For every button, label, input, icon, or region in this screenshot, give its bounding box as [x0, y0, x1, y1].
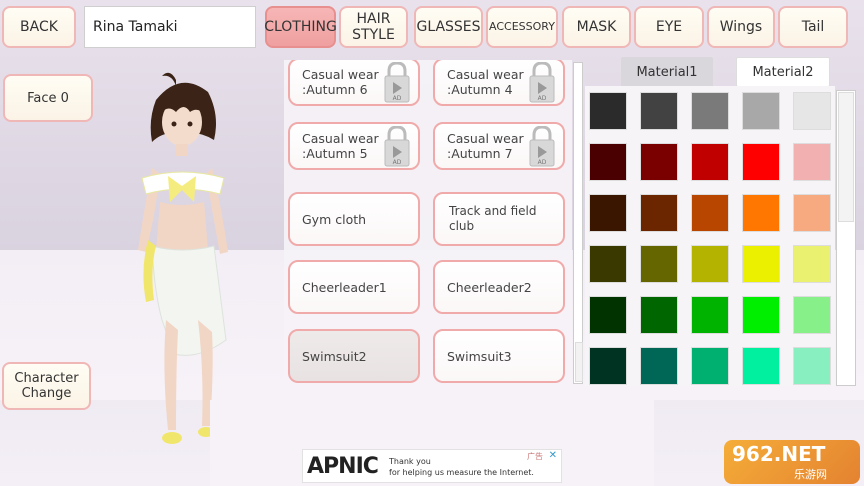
item-label: Casual wear :Autumn 5 — [302, 131, 379, 161]
tab-eye[interactable]: EYE — [634, 6, 704, 48]
color-swatch[interactable] — [742, 245, 780, 283]
color-swatch[interactable] — [640, 245, 678, 283]
ad-close-icon[interactable]: ✕ — [549, 450, 557, 461]
color-swatch[interactable] — [640, 347, 678, 385]
color-swatch[interactable] — [742, 296, 780, 334]
color-swatch[interactable] — [793, 347, 831, 385]
lock-icon: AD — [529, 126, 555, 167]
watermark-logo: 962.NET 乐游网 — [724, 440, 860, 484]
color-swatch[interactable] — [589, 245, 627, 283]
scrollbar-thumb[interactable] — [838, 92, 854, 222]
ad-tag: 广告 — [527, 452, 543, 461]
lock-badge: AD — [393, 95, 402, 102]
character-change-button[interactable]: Character Change — [2, 362, 91, 410]
color-swatch[interactable] — [640, 296, 678, 334]
tab-clothing[interactable]: CLOTHING — [264, 6, 337, 48]
tab-mask[interactable]: MASK — [562, 6, 631, 48]
item-label: Casual wear :Autumn 6 — [302, 67, 379, 97]
character-model — [138, 72, 228, 444]
tab-glasses[interactable]: GLASSES — [414, 6, 483, 48]
tab-material1[interactable]: Material1 — [621, 57, 713, 87]
lock-badge: AD — [538, 159, 547, 166]
color-swatch[interactable] — [793, 143, 831, 181]
character-name-field[interactable]: Rina Tamaki — [84, 6, 256, 48]
lock-icon: AD — [384, 126, 410, 167]
color-swatch[interactable] — [793, 194, 831, 232]
back-button[interactable]: BACK — [2, 6, 76, 48]
clothing-item[interactable]: Casual wear :Autumn 6 AD — [288, 60, 420, 106]
ad-logo: APNIC — [307, 454, 379, 479]
clothing-list-scrollbar[interactable] — [573, 62, 583, 384]
color-swatch[interactable] — [589, 347, 627, 385]
clothing-item[interactable]: Casual wear :Autumn 7 AD — [433, 122, 565, 170]
face-button[interactable]: Face 0 — [3, 74, 93, 122]
watermark-sub: 乐游网 — [794, 468, 827, 481]
tab-hair-style[interactable]: HAIR STYLE — [339, 6, 408, 48]
face-value: 0 — [60, 90, 69, 106]
color-swatch[interactable] — [589, 92, 627, 130]
item-label: Casual wear :Autumn 4 — [447, 67, 524, 97]
color-swatch[interactable] — [691, 194, 729, 232]
lock-icon: AD — [384, 62, 410, 103]
color-swatch[interactable] — [793, 296, 831, 334]
color-palette-scrollbar[interactable] — [836, 90, 856, 386]
color-swatch[interactable] — [589, 143, 627, 181]
color-swatch[interactable] — [691, 245, 729, 283]
clothing-item[interactable]: Track and field club — [433, 192, 565, 246]
tab-tail[interactable]: Tail — [778, 6, 848, 48]
clothing-item[interactable]: Gym cloth — [288, 192, 420, 246]
color-swatch[interactable] — [589, 296, 627, 334]
lock-badge: AD — [538, 95, 547, 102]
color-swatch[interactable] — [742, 143, 780, 181]
color-swatch[interactable] — [691, 143, 729, 181]
color-palette — [585, 86, 835, 386]
scrollbar-thumb[interactable] — [575, 342, 583, 382]
color-swatch[interactable] — [640, 143, 678, 181]
clothing-item[interactable]: Cheerleader1 — [288, 260, 420, 314]
tab-accessory[interactable]: ACCESSORY — [486, 6, 558, 48]
color-swatch[interactable] — [793, 245, 831, 283]
ad-text: Thank you for helping us measure the Int… — [389, 457, 534, 477]
color-swatch[interactable] — [589, 194, 627, 232]
clothing-item[interactable]: Casual wear :Autumn 4 AD — [433, 60, 565, 106]
lock-badge: AD — [393, 159, 402, 166]
color-swatch[interactable] — [640, 92, 678, 130]
color-swatch[interactable] — [793, 92, 831, 130]
ad-banner[interactable]: APNIC Thank you for helping us measure t… — [302, 449, 562, 483]
clothing-list[interactable]: Casual wear :Autumn 6 AD Casual wear :Au… — [284, 60, 572, 384]
color-swatch[interactable] — [691, 296, 729, 334]
watermark-main: 962.NET — [732, 442, 826, 466]
face-label: Face — [27, 90, 57, 106]
clothing-item[interactable]: Swimsuit2 — [288, 329, 420, 383]
item-label: Casual wear :Autumn 7 — [447, 131, 524, 161]
color-swatch[interactable] — [742, 92, 780, 130]
color-swatch[interactable] — [640, 194, 678, 232]
tab-material2[interactable]: Material2 — [736, 57, 830, 87]
color-swatch[interactable] — [691, 92, 729, 130]
clothing-item[interactable]: Cheerleader2 — [433, 260, 565, 314]
clothing-item[interactable]: Casual wear :Autumn 5 AD — [288, 122, 420, 170]
clothing-item[interactable]: Swimsuit3 — [433, 329, 565, 383]
color-swatch[interactable] — [742, 194, 780, 232]
color-swatch[interactable] — [691, 347, 729, 385]
tab-wings[interactable]: Wings — [707, 6, 775, 48]
color-swatch[interactable] — [742, 347, 780, 385]
lock-icon: AD — [529, 62, 555, 103]
